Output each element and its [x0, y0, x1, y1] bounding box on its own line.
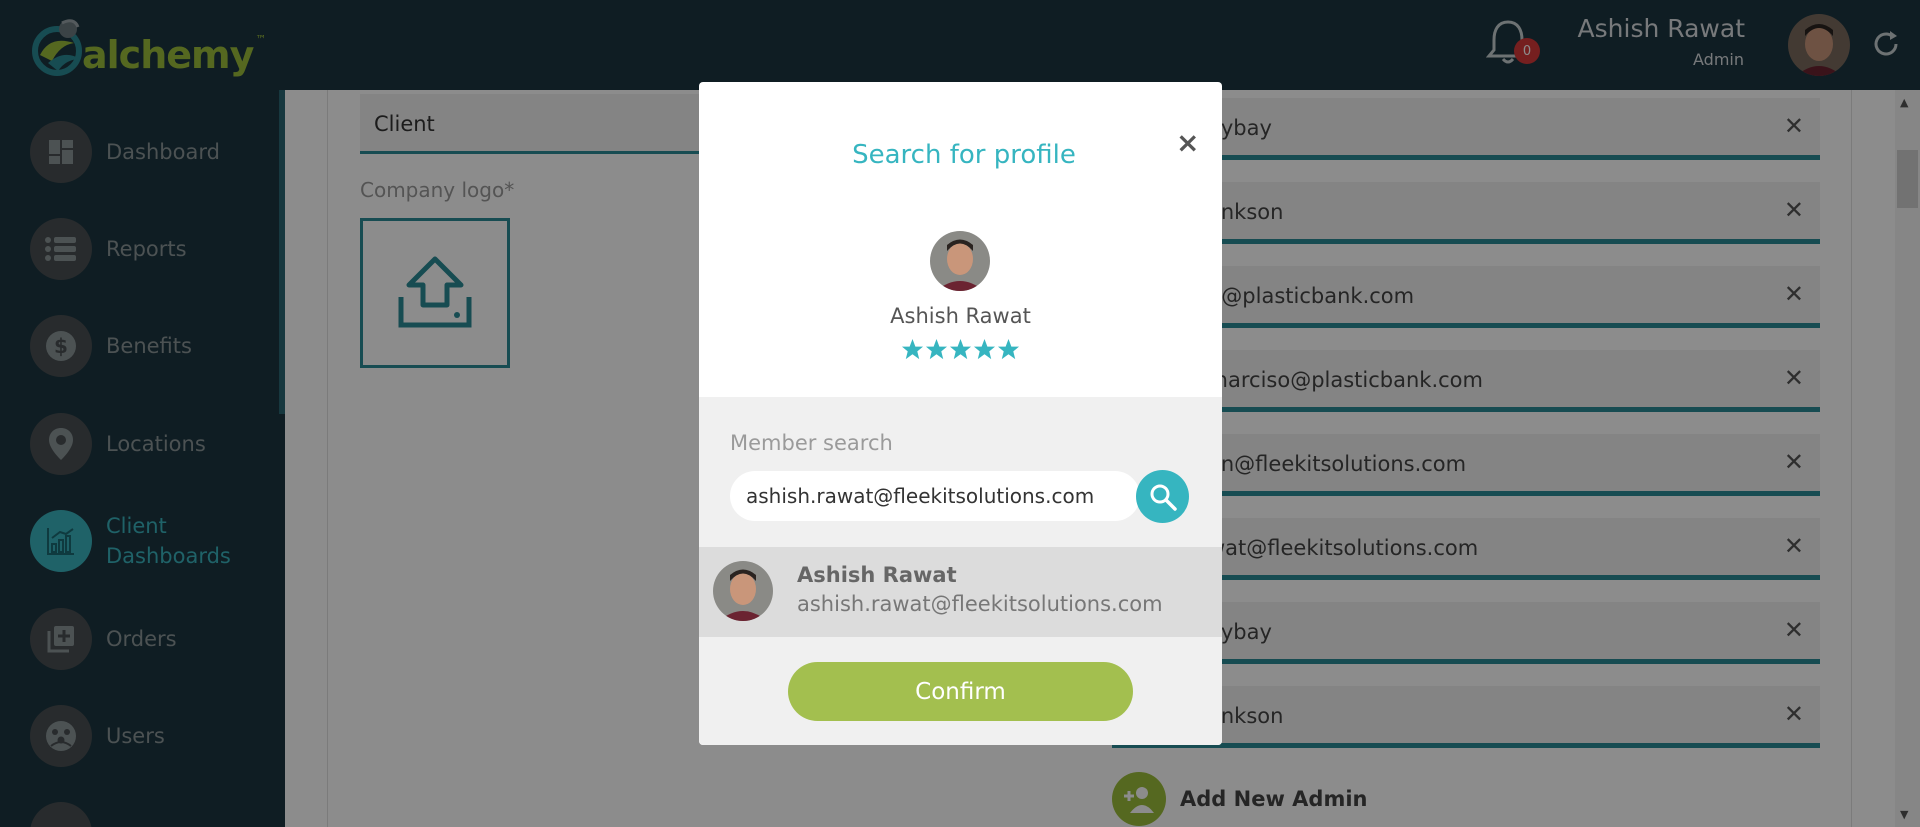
rating-stars	[699, 338, 1222, 361]
search-icon	[1150, 484, 1177, 511]
avatar-photo-icon	[930, 231, 990, 291]
modal-title: Search for profile	[852, 140, 1076, 170]
member-search-input[interactable]	[730, 471, 1140, 521]
star-icon	[949, 338, 972, 360]
avatar-photo-icon	[713, 561, 773, 621]
result-name: Ashish Rawat	[797, 563, 957, 587]
star-icon	[973, 338, 996, 360]
star-icon	[925, 338, 948, 360]
star-icon	[997, 338, 1020, 360]
confirm-button[interactable]: Confirm	[788, 662, 1133, 721]
result-email: ashish.rawat@fleekitsolutions.com	[797, 592, 1163, 616]
search-profile-modal: Search for profile × Ashish Rawat Member…	[699, 82, 1222, 745]
close-icon[interactable]: ×	[1176, 126, 1199, 159]
avatar	[930, 231, 990, 291]
profile-name: Ashish Rawat	[890, 304, 1031, 328]
search-button[interactable]	[1136, 470, 1189, 523]
member-search-section: Member search Ashish Rawat ashish.rawat@…	[699, 397, 1222, 745]
search-result-item[interactable]: Ashish Rawat ashish.rawat@fleekitsolutio…	[699, 547, 1222, 637]
avatar	[713, 561, 773, 621]
member-search-label: Member search	[730, 431, 893, 455]
star-icon	[901, 338, 924, 360]
